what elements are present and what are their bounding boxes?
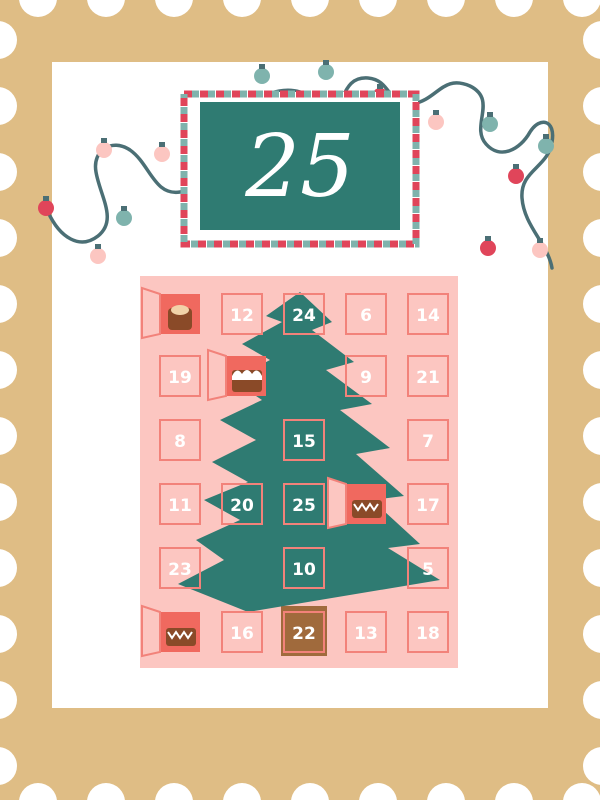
door-number: 6 [360, 306, 372, 326]
door-number: 23 [168, 560, 192, 580]
door-number: 5 [422, 560, 434, 580]
bulb-cap [485, 236, 491, 241]
door-number: 14 [416, 306, 440, 326]
door-number: 20 [230, 496, 254, 516]
calendar-door-open[interactable] [327, 476, 386, 530]
door-number: 25 [292, 496, 316, 516]
door-number: 13 [354, 624, 378, 644]
door-number: 18 [416, 624, 440, 644]
door-number: 10 [292, 560, 316, 580]
door-number: 22 [292, 624, 316, 644]
door-number: 16 [230, 624, 254, 644]
door-number: 19 [168, 368, 192, 388]
bulb-cap [101, 138, 107, 143]
door-flap [327, 476, 347, 530]
advent-stamp-illustration: 25 12 24 6 14 19 9 21 8 15 7 11 20 25 17 23 10 5 16 22 13 18 [0, 0, 600, 800]
light-bulb [482, 116, 498, 132]
door-flap [141, 286, 161, 340]
calendar-door-open[interactable] [141, 286, 200, 340]
bulb-cap [433, 110, 439, 115]
door-flap [141, 604, 161, 658]
stamp-canvas: 25 12 24 6 14 19 9 21 8 15 7 11 20 25 17 23 10 5 16 22 13 18 [0, 0, 600, 800]
door-number: 24 [292, 306, 316, 326]
light-bulb [116, 210, 132, 226]
door-number: 11 [168, 496, 192, 516]
light-bulb [154, 146, 170, 162]
door-number: 21 [416, 368, 440, 388]
bulb-cap [487, 112, 493, 117]
day-number: 25 [244, 117, 354, 217]
truffle-topping-icon [171, 305, 189, 315]
door-number: 12 [230, 306, 254, 326]
light-bulb [254, 68, 270, 84]
bulb-cap [377, 84, 383, 89]
light-bulb [508, 168, 524, 184]
calendar-door-open[interactable] [141, 604, 200, 658]
light-bulb [428, 114, 444, 130]
bulb-cap [95, 244, 101, 249]
bulb-cap [537, 238, 543, 243]
door-number: 8 [174, 432, 186, 452]
calendar-door-open[interactable] [207, 348, 266, 402]
bulb-cap [323, 60, 329, 65]
bulb-cap [121, 206, 127, 211]
bulb-cap [43, 196, 49, 201]
light-bulb [96, 142, 112, 158]
light-bulb [38, 200, 54, 216]
light-bulb [532, 242, 548, 258]
door-flap [207, 348, 227, 402]
door-number: 17 [416, 496, 440, 516]
door-number: 7 [422, 432, 434, 452]
bulb-cap [259, 64, 265, 69]
bulb-cap [513, 164, 519, 169]
light-bulb [90, 248, 106, 264]
door-number: 15 [292, 432, 316, 452]
frosting-icon [232, 370, 262, 380]
door-number: 9 [360, 368, 372, 388]
bulb-cap [159, 142, 165, 147]
light-bulb [318, 64, 334, 80]
light-bulb [538, 138, 554, 154]
bulb-cap [543, 134, 549, 139]
day-number-badge: 25 [180, 90, 420, 248]
light-bulb [480, 240, 496, 256]
